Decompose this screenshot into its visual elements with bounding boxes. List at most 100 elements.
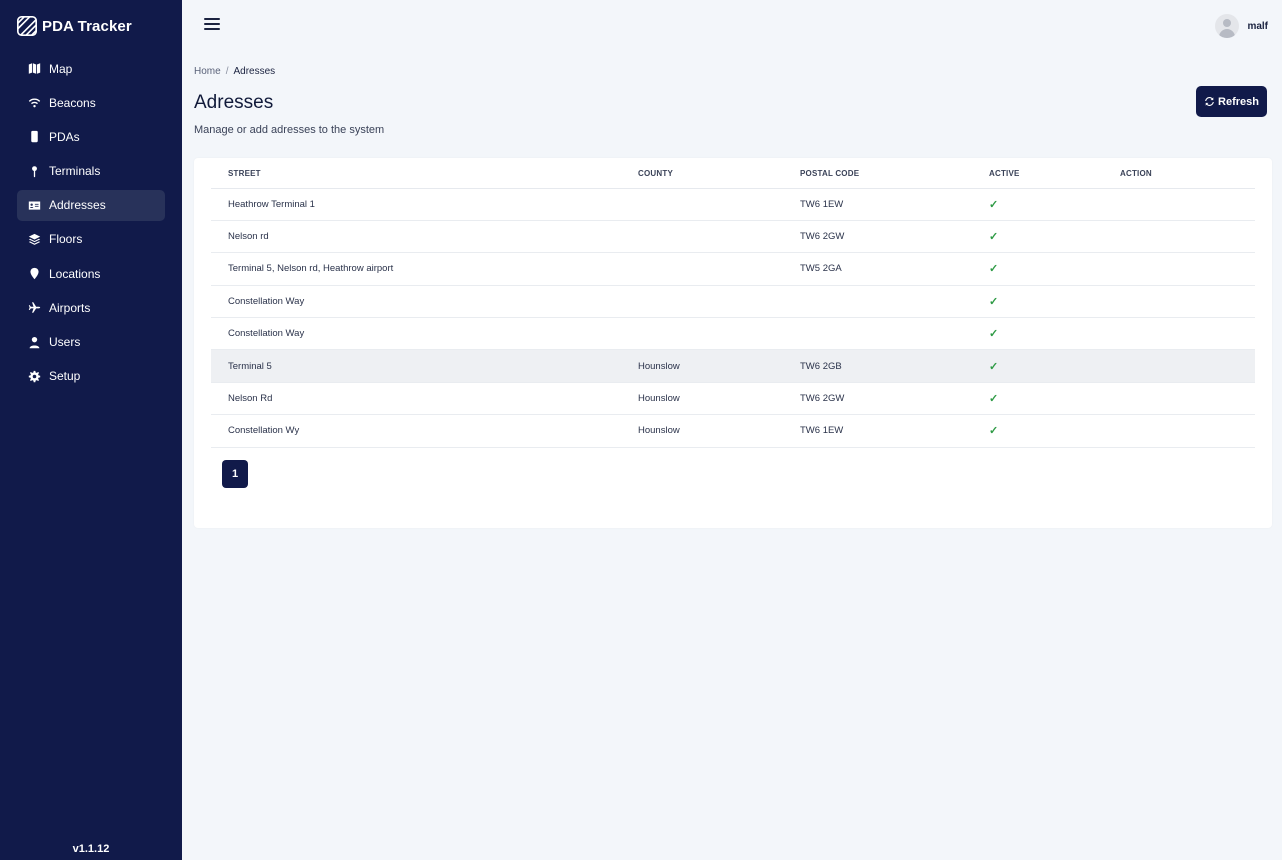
sidebar-item-label: Airports [49,300,91,315]
cell-action [1120,349,1255,383]
sidebar-nav: Map Beacons PDAs Terminals Addresses Flo… [17,53,165,395]
breadcrumb-separator: / [225,66,229,77]
cell-postal-code [800,285,989,319]
sidebar-item-addresses[interactable]: Addresses [17,189,165,221]
sidebar-item-label: Map [49,61,73,76]
table-row[interactable]: Constellation Way ✓ [211,317,1255,351]
sidebar-item-map[interactable]: Map [17,53,165,84]
refresh-label: Refresh [1218,95,1259,108]
refresh-icon [1205,97,1214,106]
cell-postal-code: TW6 2GW [800,382,989,416]
user-menu[interactable]: malf [1215,14,1268,38]
cell-street: Heathrow Terminal 1 [211,188,638,221]
app-version: v1.1.12 [72,843,110,855]
column-header-postal-code[interactable]: POSTAL CODE [800,158,989,189]
cell-postal-code: TW6 2GW [800,220,989,254]
avatar [1215,14,1240,38]
sidebar-item-floors[interactable]: Floors [17,224,165,255]
check-icon: ✓ [989,393,999,406]
username: malf [1247,20,1268,32]
app-logo[interactable]: PDA Tracker [16,15,132,37]
cell-county [638,252,800,286]
addresses-table: STREET COUNTY POSTAL CODE ACTIVE ACTION … [211,158,1255,448]
sidebar-item-airports[interactable]: Airports [17,292,165,323]
sidebar-item-label: Terminals [49,164,101,179]
sidebar-item-label: PDAs [49,129,80,144]
pin-icon [27,164,41,178]
column-header-street[interactable]: STREET [211,158,638,189]
cell-action [1120,285,1255,319]
cell-county [638,317,800,351]
check-icon: ✓ [989,231,999,244]
table-row[interactable]: Heathrow Terminal 1 TW6 1EW ✓ [211,188,1255,221]
column-header-action: ACTION [1120,158,1255,189]
addresses-card: STREET COUNTY POSTAL CODE ACTIVE ACTION … [194,158,1272,528]
user-icon [27,335,41,349]
sidebar-item-users[interactable]: Users [17,327,165,358]
cell-action [1120,188,1255,221]
column-header-county[interactable]: COUNTY [638,158,800,189]
cell-street: Constellation Way [211,317,638,351]
cell-postal-code: TW6 2GB [800,349,989,383]
cell-action [1120,220,1255,254]
map-icon [27,62,41,76]
cell-postal-code: TW5 2GA [800,252,989,286]
cell-postal-code: TW6 1EW [800,414,989,448]
sidebar-item-setup[interactable]: Setup [17,361,165,392]
cell-street: Constellation Wy [211,414,638,448]
breadcrumb-current: Adresses [233,66,276,77]
table-row[interactable]: Nelson rd TW6 2GW ✓ [211,220,1255,254]
page-subtitle: Manage or add adresses to the system [194,124,385,136]
app-title: PDA Tracker [42,17,132,35]
cell-county: Hounslow [638,349,800,383]
cell-action [1120,317,1255,351]
cell-action [1120,252,1255,286]
cell-county: Hounslow [638,382,800,416]
check-icon: ✓ [989,198,999,211]
check-icon: ✓ [989,295,999,308]
pagination-page-button[interactable]: 1 [222,460,248,488]
location-marker-icon [27,267,41,281]
breadcrumb-home[interactable]: Home [194,66,221,77]
sidebar-item-terminals[interactable]: Terminals [17,156,165,187]
sidebar-item-label: Addresses [49,198,106,213]
wifi-icon [27,96,41,110]
cell-street: Constellation Way [211,285,638,319]
table-row[interactable]: Constellation Wy Hounslow TW6 1EW ✓ [211,414,1255,448]
sidebar-item-pdas[interactable]: PDAs [17,121,165,152]
cell-postal-code [800,317,989,351]
hamburger-menu-icon[interactable] [204,18,220,34]
table-row[interactable]: Terminal 5, Nelson rd, Heathrow airport … [211,252,1255,286]
cell-street: Nelson rd [211,220,638,254]
check-icon: ✓ [989,360,999,373]
table-row[interactable]: Nelson Rd Hounslow TW6 2GW ✓ [211,382,1255,416]
logo-icon [17,16,37,36]
address-card-icon [27,198,41,212]
cell-action [1120,382,1255,416]
check-icon: ✓ [989,425,999,438]
table-header-row: STREET COUNTY POSTAL CODE ACTIVE ACTION [211,158,1255,189]
top-bar: malf [182,0,1282,54]
refresh-button[interactable]: Refresh [1196,86,1267,117]
sidebar-item-label: Floors [49,232,83,247]
layers-icon [27,232,41,246]
sidebar-item-label: Locations [49,266,101,281]
cell-postal-code: TW6 1EW [800,188,989,221]
gear-icon [27,369,41,383]
column-header-active[interactable]: ACTIVE [989,158,1120,189]
sidebar-item-beacons[interactable]: Beacons [17,87,165,118]
sidebar-item-locations[interactable]: Locations [17,258,165,289]
page-title: Adresses [194,92,274,113]
sidebar-item-label: Setup [49,369,81,384]
cell-street: Terminal 5, Nelson rd, Heathrow airport [211,252,638,286]
table-row[interactable]: Constellation Way ✓ [211,285,1255,319]
cell-action [1120,414,1255,448]
check-icon: ✓ [989,263,999,276]
plane-icon [27,301,41,315]
sidebar-item-label: Users [49,335,81,349]
sidebar: PDA Tracker Map Beacons PDAs Terminals A… [0,0,182,860]
breadcrumb: Home / Adresses [194,66,275,77]
cell-county [638,220,800,254]
sidebar-item-label: Beacons [49,95,96,110]
table-row[interactable]: Terminal 5 Hounslow TW6 2GB ✓ [211,349,1255,383]
